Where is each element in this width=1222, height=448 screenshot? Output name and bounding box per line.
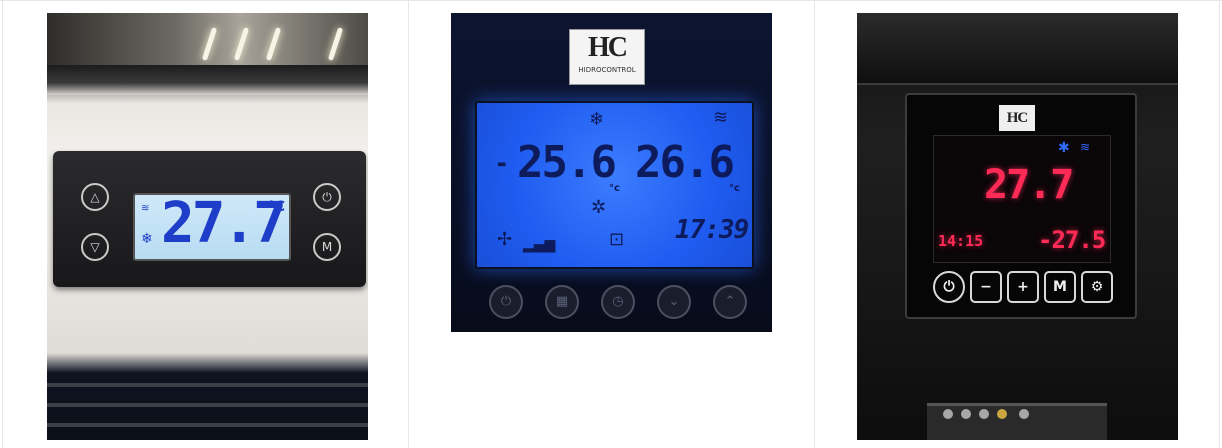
power-button[interactable]: ⏻ (313, 183, 341, 211)
photo-1-thermostat[interactable]: △ ▽ ⏻ M ≋ ❄ 27.7 °C (47, 13, 368, 440)
grid-cell-1: △ ▽ ⏻ M ≋ ❄ 27.7 °C (2, 1, 408, 448)
temperature-unit: °C (267, 199, 285, 215)
secondary-temperature-readout: -27.5 (1038, 226, 1106, 254)
power-button[interactable]: ⏻ (933, 271, 965, 303)
temp-right-readout: 26.6 (635, 137, 735, 188)
terminal-screw (1019, 409, 1029, 419)
up-button[interactable]: ⌃ (713, 285, 747, 319)
temp-left-readout: 25.6 (517, 137, 617, 188)
power-button[interactable]: ⏻ (489, 285, 523, 319)
minus-button[interactable]: − (970, 271, 1002, 303)
lcd-screen: ≋ ❄ 27.7 °C (133, 191, 291, 261)
snowflake-icon: ❄ (589, 109, 605, 130)
light-bulb (327, 27, 344, 61)
light-bulb (201, 27, 218, 61)
temp-left-unit: °c (609, 183, 620, 194)
clock-button[interactable]: ◷ (601, 285, 635, 319)
lock-icon: ⊡ (609, 229, 625, 250)
unit-top-rim (47, 65, 368, 95)
snowflake-icon: ❄ (141, 231, 153, 247)
logo-mark: HC (588, 32, 628, 63)
brand-logo: HC (999, 105, 1035, 131)
terminal-screw (943, 409, 953, 419)
terminal-screw (961, 409, 971, 419)
control-panel: △ ▽ ⏻ M ≋ ❄ 27.7 °C (53, 151, 366, 287)
lcd-screen: ❄ ≋ ▬ 25.6 °c 26.6 °c ✲ ✢ ▂▄▆ ⊡ 17:39 (475, 101, 754, 269)
fan-icon: ✢ (497, 229, 513, 250)
indicator-dash: ▬ (497, 159, 507, 170)
wifi-icon: ≋ (713, 107, 729, 128)
down-button[interactable]: ▽ (81, 233, 109, 261)
terminal-block (927, 403, 1107, 440)
fan-grille-bar (47, 383, 368, 387)
temp-right-unit: °c (729, 183, 740, 194)
logo-text: HIDROCONTROL (578, 66, 636, 74)
clock-readout: 17:39 (675, 215, 749, 245)
image-grid: △ ▽ ⏻ M ≋ ❄ 27.7 °C HC HIDROCONTROL ❄ ≋ … (0, 0, 1222, 448)
fan-grille-bar (47, 423, 368, 427)
main-temperature-readout: 27.7 (984, 162, 1074, 208)
wifi-icon: ≋ (141, 203, 150, 214)
mode-button[interactable]: M (1044, 271, 1076, 303)
down-button[interactable]: ⌄ (657, 285, 691, 319)
light-bulb (233, 27, 250, 61)
up-button[interactable]: △ (81, 183, 109, 211)
terminal-screw (997, 409, 1007, 419)
signal-bars-icon: ▂▄▆ (523, 237, 556, 253)
ceiling-lights (47, 13, 368, 65)
brand-logo: HC HIDROCONTROL (569, 29, 645, 85)
mode-button[interactable]: M (313, 233, 341, 261)
terminal-screw (979, 409, 989, 419)
settings-button[interactable]: ⚙ (1081, 271, 1113, 303)
grid-cell-2: HC HIDROCONTROL ❄ ≋ ▬ 25.6 °c 26.6 °c ✲ … (408, 1, 814, 448)
led-screen: ✱ ≋ 27.7 14:15 -27.5 (933, 135, 1111, 263)
clock-readout: 14:15 (938, 232, 984, 250)
wifi-icon: ≋ (1080, 140, 1091, 154)
photo-2-thermostat[interactable]: HC HIDROCONTROL ❄ ≋ ▬ 25.6 °c 26.6 °c ✲ … (451, 13, 772, 332)
defrost-icon: ✲ (591, 197, 607, 218)
fan-grille-bar (47, 403, 368, 407)
menu-button[interactable]: ▦ (545, 285, 579, 319)
photo-3-thermostat[interactable]: HC ✱ ≋ 27.7 14:15 -27.5 ⏻ − + M ⚙ (857, 13, 1178, 440)
grid-cell-3: HC ✱ ≋ 27.7 14:15 -27.5 ⏻ − + M ⚙ (814, 1, 1220, 448)
light-bulb (265, 27, 282, 61)
plus-button[interactable]: + (1007, 271, 1039, 303)
control-panel: HC ✱ ≋ 27.7 14:15 -27.5 ⏻ − + M ⚙ (905, 93, 1137, 319)
protective-cover (857, 13, 1178, 85)
bluetooth-icon: ✱ (1058, 140, 1070, 156)
temperature-readout: 27.7 (161, 191, 287, 256)
